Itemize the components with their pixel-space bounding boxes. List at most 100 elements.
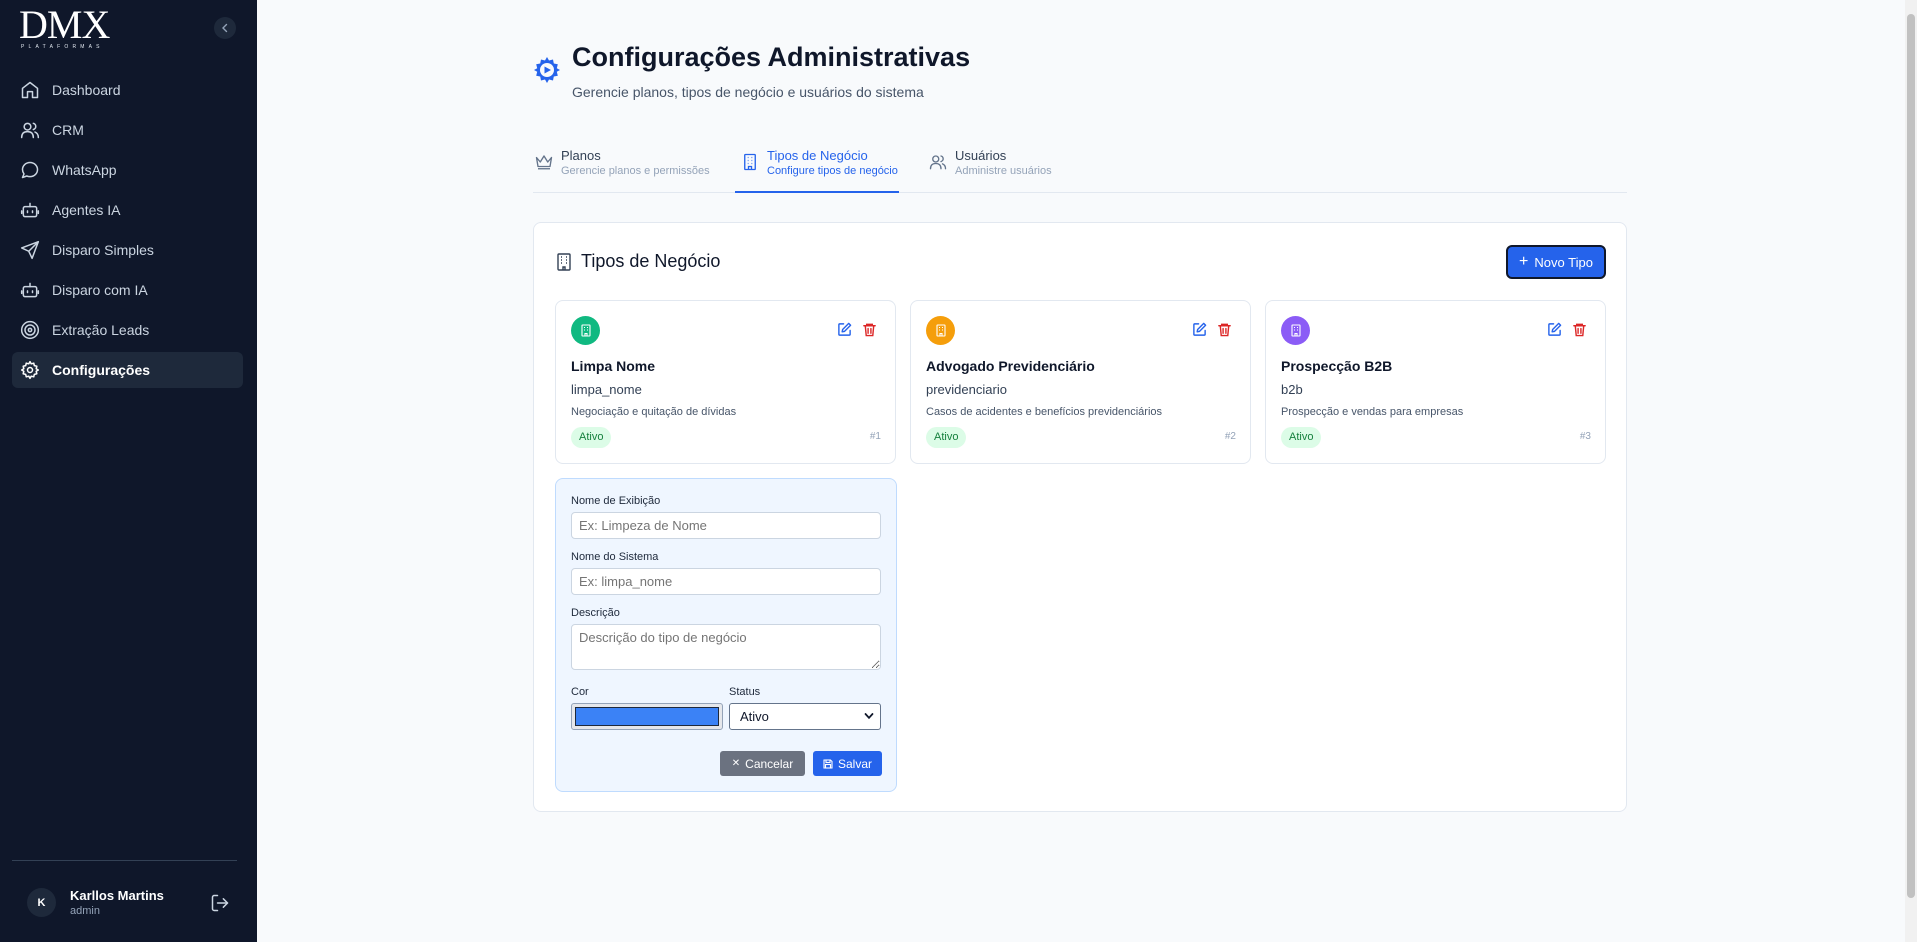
sidebar-item-disparo-simples[interactable]: Disparo Simples (12, 232, 243, 268)
tab-label: Tipos de Negócio (767, 148, 868, 163)
sidebar-item-extracao-leads[interactable]: Extração Leads (12, 312, 243, 348)
sidebar-item-label: Dashboard (52, 82, 121, 98)
card-number: #1 (869, 431, 881, 442)
sidebar: DMX PLATAFORMAS Dashboard CRM WhatsApp A… (0, 0, 257, 942)
system-name-input[interactable] (571, 568, 881, 595)
display-name-label: Nome de Exibição (571, 495, 661, 507)
description-textarea[interactable] (571, 624, 881, 670)
display-name-input[interactable] (571, 512, 881, 539)
tab-desc: Configure tipos de negócio (767, 165, 898, 177)
new-type-label: Novo Tipo (1534, 254, 1593, 270)
user-profile: K Karllos Martins admin (27, 888, 237, 918)
status-select-value: Ativo (740, 709, 769, 724)
tab-label: Planos (561, 148, 601, 163)
avatar: K (27, 888, 56, 917)
users-icon (929, 155, 947, 170)
card-name: Limpa Nome (571, 358, 656, 374)
edit-icon[interactable] (1192, 322, 1207, 337)
close-icon: ✕ (731, 758, 741, 769)
sidebar-item-label: CRM (52, 122, 84, 138)
logout-icon[interactable] (210, 893, 230, 913)
status-badge: Ativo (926, 427, 967, 448)
cancel-button[interactable]: ✕ Cancelar (720, 751, 805, 776)
sidebar-divider (12, 860, 237, 861)
settings-icon (534, 57, 560, 83)
tab-desc: Gerencie planos e permissões (561, 165, 710, 177)
save-icon (823, 758, 833, 769)
tab-desc: Administre usuários (955, 165, 1052, 177)
message-circle-icon (21, 161, 39, 179)
building-icon (744, 153, 756, 171)
sidebar-nav: Dashboard CRM WhatsApp Agentes IA Dispar… (12, 72, 243, 392)
business-type-card: Prospecção B2B b2b Prospecção e vendas p… (1265, 300, 1606, 464)
users-icon (20, 122, 40, 139)
user-role: admin (70, 905, 100, 917)
scrollbar-thumb[interactable] (1907, 14, 1915, 898)
sidebar-item-label: WhatsApp (52, 162, 117, 178)
sidebar-item-crm[interactable]: CRM (12, 112, 243, 148)
sidebar-item-label: Disparo com IA (52, 282, 148, 298)
page-title: Configurações Administrativas (572, 42, 971, 72)
status-badge: Ativo (571, 427, 612, 448)
building-icon (557, 253, 571, 271)
building-icon (935, 324, 946, 337)
logo-subtext: PLATAFORMAS (21, 44, 104, 50)
save-button[interactable]: Salvar (813, 751, 882, 776)
save-label: Salvar (837, 756, 872, 771)
building-icon (1290, 324, 1301, 337)
chevron-left-icon (222, 23, 228, 33)
card-description: Casos de acidentes e benefícios previden… (926, 406, 1163, 418)
status-select[interactable]: Ativo (729, 703, 881, 730)
collapse-sidebar-button[interactable] (214, 17, 236, 39)
trash-icon[interactable] (1217, 322, 1232, 337)
sidebar-item-label: Configurações (52, 362, 151, 378)
business-type-icon (926, 316, 955, 345)
business-type-card: Limpa Nome limpa_nome Negociação e quita… (555, 300, 896, 464)
card-number: #2 (1224, 431, 1236, 442)
card-description: Negociação e quitação de dívidas (571, 406, 737, 418)
sidebar-item-whatsapp[interactable]: WhatsApp (12, 152, 243, 188)
tab-usuarios[interactable]: Usuários Administre usuários (929, 140, 1069, 193)
card-system-name: previdenciario (926, 382, 1007, 397)
color-picker[interactable] (571, 703, 723, 730)
sidebar-item-label: Extração Leads (52, 322, 150, 338)
bot-icon (20, 202, 40, 218)
tab-tipos-de-negocio[interactable]: Tipos de Negócio Configure tipos de negó… (735, 140, 899, 193)
system-name-label: Nome do Sistema (571, 551, 659, 563)
business-types-panel: Tipos de Negócio + Novo Tipo Limpa Nome … (533, 222, 1627, 812)
color-swatch (575, 707, 719, 726)
card-system-name: b2b (1281, 382, 1303, 397)
sidebar-item-dashboard[interactable]: Dashboard (12, 72, 243, 108)
sidebar-item-label: Disparo Simples (52, 242, 154, 258)
tab-bar: Planos Gerencie planos e permissões Tipo… (533, 140, 1627, 193)
status-badge: Ativo (1281, 427, 1322, 448)
plus-icon: + (1519, 253, 1529, 270)
chevron-down-icon (864, 713, 874, 720)
tab-planos[interactable]: Planos Gerencie planos e permissões (535, 140, 711, 193)
page-subtitle: Gerencie planos, tipos de negócio e usuá… (572, 84, 924, 100)
business-type-icon (1281, 316, 1310, 345)
trash-icon[interactable] (1572, 322, 1587, 337)
card-description: Prospecção e vendas para empresas (1281, 406, 1464, 418)
edit-icon[interactable] (837, 322, 852, 337)
description-label: Descrição (571, 607, 620, 619)
status-label: Status (729, 686, 761, 698)
panel-title: Tipos de Negócio (581, 251, 721, 271)
trash-icon[interactable] (862, 322, 877, 337)
sidebar-item-disparo-com-ia[interactable]: Disparo com IA (12, 272, 243, 308)
card-system-name: limpa_nome (571, 382, 642, 397)
sidebar-item-agentes-ia[interactable]: Agentes IA (12, 192, 243, 228)
sidebar-item-configuracoes[interactable]: Configurações (12, 352, 243, 388)
logo-text: DMX (19, 2, 110, 47)
color-label: Cor (571, 686, 589, 698)
sidebar-item-label: Agentes IA (52, 202, 121, 218)
building-icon (580, 324, 591, 337)
edit-icon[interactable] (1547, 322, 1562, 337)
scrollbar[interactable] (1905, 0, 1917, 942)
business-type-icon (571, 316, 600, 345)
gear-icon (20, 360, 40, 380)
new-type-button[interactable]: + Novo Tipo (1506, 245, 1606, 279)
bot-icon (20, 282, 40, 298)
card-name: Advogado Previdenciário (926, 358, 1095, 374)
card-name: Prospecção B2B (1281, 358, 1393, 374)
